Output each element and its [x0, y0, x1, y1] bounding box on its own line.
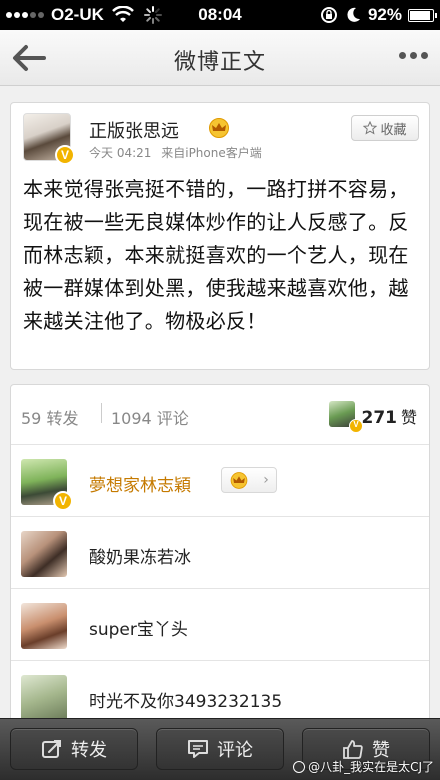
watermark: @八卦_我实在是太CJ了: [293, 758, 434, 775]
liker-name: 时光不及你3493232135: [89, 692, 283, 712]
rotation-lock-icon: [320, 7, 337, 23]
liker-avatar: [21, 531, 67, 577]
liker-avatar: [21, 603, 67, 649]
more-dots-icon[interactable]: [395, 52, 428, 59]
list-item[interactable]: super宝丫头: [11, 588, 429, 660]
liker-avatar: [21, 675, 67, 721]
battery-percent: 92%: [367, 5, 402, 24]
watermark-text: @八卦_我实在是太CJ了: [308, 760, 434, 774]
post-stats: 59 转发 1094 评论 V 271 赞: [10, 384, 430, 444]
stats-divider: [101, 403, 102, 423]
comment-count[interactable]: 1094 评论: [111, 405, 189, 429]
repost-button[interactable]: 转发: [10, 728, 138, 770]
like-count-label: 赞: [400, 408, 417, 427]
verified-badge-icon: V: [53, 491, 73, 511]
liker-name: super宝丫头: [89, 620, 188, 640]
repost-count[interactable]: 59 转发: [21, 405, 78, 429]
weibo-logo-icon: [293, 760, 306, 773]
comment-label: 评论: [217, 740, 253, 761]
like-count[interactable]: 271 赞: [361, 404, 417, 428]
repost-label: 转发: [71, 740, 107, 761]
post-meta: 今天 04:21 来自iPhone客户端: [89, 144, 268, 161]
post-card: V 正版张思远 今天 04:21 来自iPhone客户端 收藏 本来觉得张亮挺不…: [10, 102, 430, 370]
comment-button[interactable]: 评论: [156, 728, 284, 770]
vip-crown-icon: [230, 471, 248, 489]
repost-icon: [42, 740, 61, 758]
liker-name: 夢想家林志穎: [89, 476, 191, 496]
status-bar-right: 92%: [320, 5, 437, 25]
battery-icon: [408, 8, 437, 22]
list-item[interactable]: 时光不及你3493232135: [11, 660, 429, 724]
thumbs-up-icon: [343, 740, 363, 759]
verified-badge-icon: V: [55, 145, 75, 165]
liker-name: 酸奶果冻若冰: [89, 548, 191, 568]
like-count-value: 271: [361, 408, 397, 428]
star-icon: [363, 121, 378, 135]
list-item[interactable]: 酸奶果冻若冰: [11, 516, 429, 588]
author-name[interactable]: 正版张思远: [89, 117, 179, 143]
post-text: 本来觉得张亮挺不错的，一路打拼不容易，现在被一些无良媒体炒作的让人反感了。反而林…: [23, 177, 409, 333]
post-time: 今天 04:21: [89, 146, 152, 160]
likers-list: V 夢想家林志穎 › 酸奶果冻若冰 super宝丫头 时光不及你34932321…: [10, 444, 430, 724]
list-item[interactable]: V 夢想家林志穎 ›: [11, 444, 429, 516]
favorite-label: 收藏: [380, 122, 407, 138]
page-title: 微博正文: [173, 50, 266, 75]
chevron-right-icon: ›: [263, 472, 269, 488]
vip-crown-icon: [209, 118, 229, 138]
moon-icon: [347, 7, 360, 22]
comment-icon: [188, 740, 208, 758]
post-source: 来自iPhone客户端: [161, 146, 262, 160]
vip-tag: ›: [221, 467, 277, 493]
nav-bar: 微博正文: [0, 30, 440, 86]
status-bar: O2-UK 08:04 92%: [0, 0, 440, 30]
favorite-button[interactable]: 收藏: [351, 115, 419, 141]
